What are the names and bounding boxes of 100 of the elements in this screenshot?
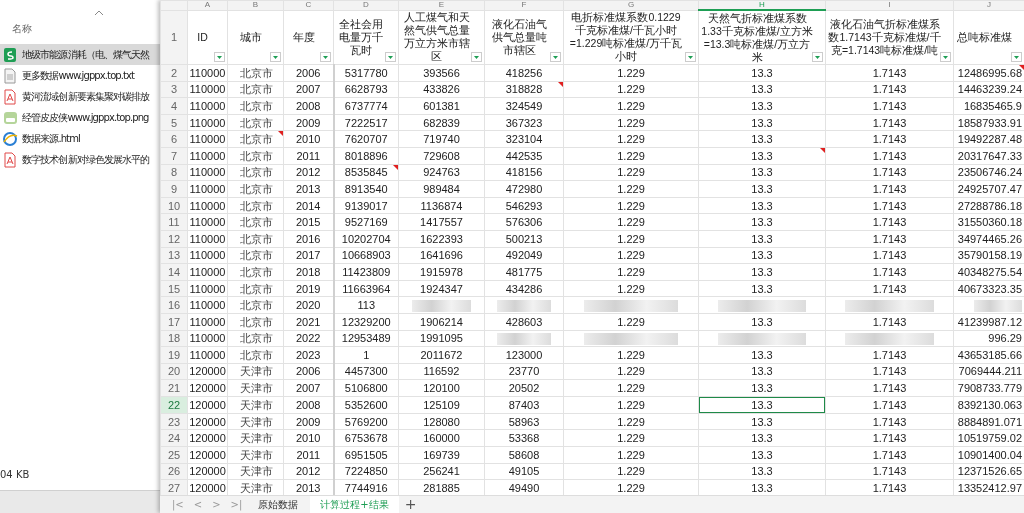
column-letter[interactable]: I (825, 0, 954, 10)
table-cell: 23770 (508, 364, 540, 379)
table-cell: 北京市 (240, 198, 273, 213)
table-cell: 2008 (296, 397, 321, 412)
column-letter[interactable]: G (563, 0, 699, 10)
table-cell: 1.7143 (872, 431, 907, 446)
column-header: 液化石油气供气总量吨市辖区 (490, 17, 548, 57)
filter-icon (812, 52, 823, 62)
table-cell: 北京市 (240, 347, 273, 362)
table-cell: 1.229 (617, 464, 645, 479)
file-item[interactable]: 数据来源.html (0, 128, 160, 149)
table-cell: 5317780 (344, 65, 388, 80)
table-cell: 1.7143 (872, 481, 907, 495)
table-cell: 5106800 (344, 381, 388, 396)
table-cell: 120000 (189, 364, 226, 379)
table-cell: 13.3 (751, 115, 773, 130)
table-cell: 7222517 (344, 115, 388, 130)
table-cell: 23506746.24 (957, 165, 1022, 180)
table-cell: 2010 (296, 132, 321, 147)
table-cell: 1.7143 (872, 281, 907, 296)
table-cell: 500213 (505, 231, 543, 246)
file-item[interactable]: 黄河流域创新要素集聚对碳排放 (0, 86, 160, 107)
table-cell: 20317647.33 (957, 148, 1022, 163)
column-letter[interactable]: D (333, 0, 399, 10)
table-cell: 1.229 (617, 414, 645, 429)
sort-caret-icon (94, 10, 104, 16)
column-letter[interactable]: H (698, 0, 826, 10)
table-cell: 49105 (508, 464, 540, 479)
table-cell: 1622393 (420, 231, 463, 246)
file-item[interactable]: 数字技术创新对绿色发展水平的 (0, 149, 160, 170)
table-cell: 128080 (423, 414, 460, 429)
table-cell: 323104 (505, 132, 543, 147)
file-item[interactable]: 经管皮皮侠www.jgppx.top.png (0, 107, 160, 128)
table-cell: 1.229 (617, 65, 645, 80)
table-cell: 13.3 (751, 181, 773, 196)
filter-icon (270, 51, 281, 62)
table-cell: 13.3 (751, 132, 773, 147)
table-cell: 35790158.19 (957, 248, 1022, 263)
table-cell: 2011672 (420, 347, 463, 362)
column-letter[interactable]: B (227, 0, 284, 10)
table-cell: 120000 (189, 414, 226, 429)
table-cell: 472980 (505, 181, 543, 196)
table-cell: 418156 (505, 165, 543, 180)
file-item[interactable]: 更多数据www.jgppx.top.txt (0, 65, 160, 86)
table-cell: 13.3 (751, 347, 773, 362)
table-cell: 天津市 (240, 414, 273, 429)
text-file-icon (3, 67, 18, 84)
table-cell: 北京市 (240, 231, 273, 246)
table-cell: 116592 (423, 364, 460, 379)
table-cell: 11663964 (342, 281, 391, 296)
table-cell: 2009 (296, 414, 321, 429)
table-cell: 1.7143 (872, 347, 907, 362)
column-letter[interactable]: J (953, 0, 1024, 10)
column-letter[interactable]: A (187, 0, 228, 10)
table-cell: 120100 (423, 381, 460, 396)
table-cell: 2021 (296, 314, 321, 329)
table-cell: 2013 (296, 181, 321, 196)
row-number[interactable]: 1 (160, 10, 188, 65)
table-cell: 34974465.26 (957, 231, 1022, 246)
table-cell: 1.7143 (872, 264, 907, 279)
filter-icon (385, 51, 396, 62)
table-cell: 113 (357, 298, 375, 313)
table-cell: 120000 (189, 381, 226, 396)
table-cell: 576306 (505, 215, 543, 230)
table-cell: 1.229 (617, 231, 645, 246)
table-cell: 2022 (296, 331, 321, 346)
table-cell: 393566 (423, 65, 460, 80)
file-item[interactable]: 地级市能源消耗（电、煤气天然 (0, 44, 160, 65)
table-cell: 40673323.35 (957, 281, 1022, 296)
sheet-tab[interactable]: 计算过程+结果 (310, 496, 399, 513)
table-cell: 110000 (189, 347, 226, 362)
column-header: 年度 (292, 30, 315, 44)
table-cell: 北京市 (240, 132, 273, 147)
add-sheet-button[interactable]: + (400, 496, 421, 513)
table-cell: 601381 (423, 99, 460, 113)
table-cell: 4457300 (344, 364, 388, 379)
filter-icon (550, 51, 561, 62)
table-cell: 43653185.66 (957, 347, 1022, 362)
table-cell: 北京市 (240, 298, 273, 313)
table-cell: 1.229 (617, 148, 645, 163)
table-cell: 13.3 (751, 82, 773, 97)
table-cell: 13.3 (751, 414, 773, 429)
table-cell: 110000 (189, 165, 226, 180)
table-cell: 318828 (505, 82, 543, 97)
table-cell: 北京市 (240, 165, 273, 180)
column-letter[interactable]: C (283, 0, 334, 10)
active-cell[interactable]: 13.3 (699, 397, 825, 413)
table-cell: 1641696 (420, 248, 463, 263)
table-cell: 40348275.54 (957, 264, 1022, 279)
table-cell: 天津市 (240, 464, 273, 479)
column-header[interactable]: 名称 (0, 16, 32, 44)
table-cell: 1 (363, 347, 370, 362)
column-letter[interactable]: E (398, 0, 485, 10)
table-cell: 18587933.91 (957, 115, 1022, 130)
sheet-tab[interactable]: 原始数据 (248, 496, 309, 513)
spreadsheet-icon (3, 46, 18, 63)
column-letter[interactable]: F (484, 0, 564, 10)
table-cell: 110000 (189, 181, 226, 196)
table-cell: 北京市 (240, 264, 273, 279)
table-cell: 2009 (296, 115, 321, 130)
